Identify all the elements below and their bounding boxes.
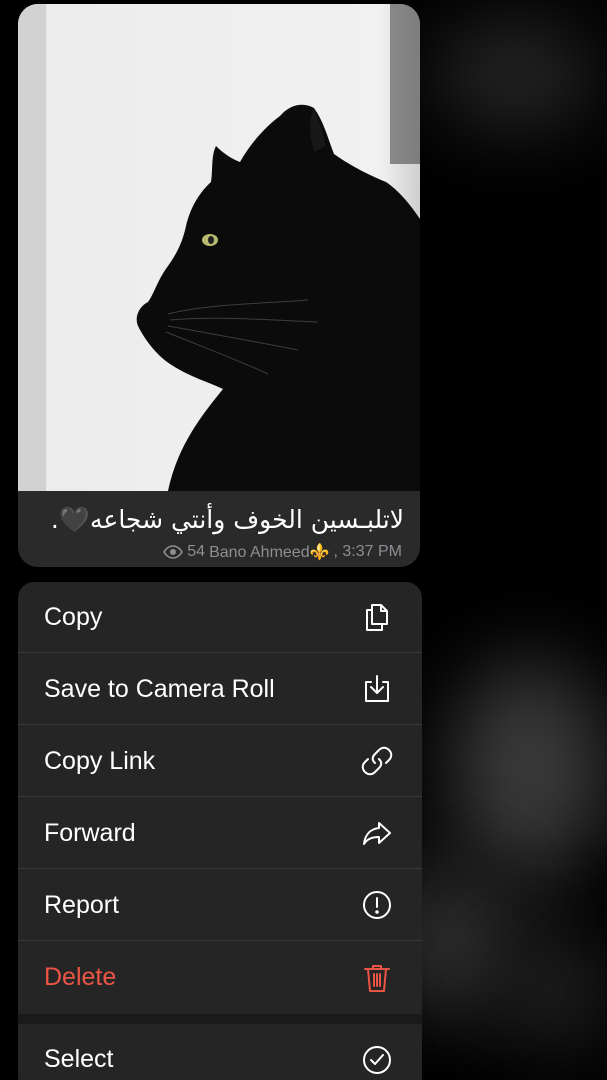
message-time: , 3:37 PM (333, 543, 402, 560)
menu-item-forward[interactable]: Forward (18, 798, 422, 869)
menu-separator (18, 1014, 422, 1024)
menu-item-label: Report (44, 890, 120, 919)
save-download-icon (365, 675, 389, 702)
menu-item-label: Forward (44, 818, 136, 847)
menu-item-label: Copy (44, 602, 103, 631)
menu-item-label: Save to Camera Roll (44, 674, 275, 703)
menu-item-save-to-camera-roll[interactable]: Save to Camera Roll (18, 654, 422, 725)
backdrop-blur (500, 930, 607, 1050)
caption-bar: لاتلبـسين الخوف وأنتي شجاعه🖤. 54 Bano Ah… (18, 491, 420, 567)
panther-photo (18, 4, 420, 491)
menu-item-label: Delete (44, 963, 117, 991)
message-caption: لاتلبـسين الخوف وأنتي شجاعه🖤. (50, 505, 404, 534)
report-exclamation-icon (363, 891, 391, 919)
trash-icon (364, 964, 390, 992)
menu-item-copy[interactable]: Copy (18, 582, 422, 653)
message-meta: 54 Bano Ahmeed⚜️ , 3:37 PM (163, 542, 402, 562)
screen: لاتلبـسين الخوف وأنتي شجاعه🖤. 54 Bano Ah… (0, 0, 607, 1080)
views-eye-icon (163, 545, 184, 559)
link-icon (361, 746, 393, 776)
backdrop-blur (430, 20, 600, 130)
menu-item-select[interactable]: Select (18, 1024, 422, 1080)
menu-item-delete[interactable]: Delete (18, 942, 422, 1013)
menu-item-label: Select (44, 1045, 114, 1073)
views-count: 54 (187, 543, 206, 560)
copy-icon (366, 604, 388, 631)
message-bubble[interactable]: لاتلبـسين الخوف وأنتي شجاعه🖤. 54 Bano Ah… (18, 4, 420, 567)
menu-item-label: Copy Link (44, 746, 156, 775)
checkmark-circle-icon (363, 1045, 391, 1074)
context-menu: Copy Save to Camera Roll Copy Link Forwa… (18, 582, 422, 1080)
backdrop-blur (450, 660, 607, 880)
forward-arrow-icon (363, 822, 391, 845)
menu-item-report[interactable]: Report (18, 870, 422, 941)
menu-item-copy-link[interactable]: Copy Link (18, 726, 422, 797)
author-name: Bano Ahmeed⚜️ (209, 544, 330, 561)
